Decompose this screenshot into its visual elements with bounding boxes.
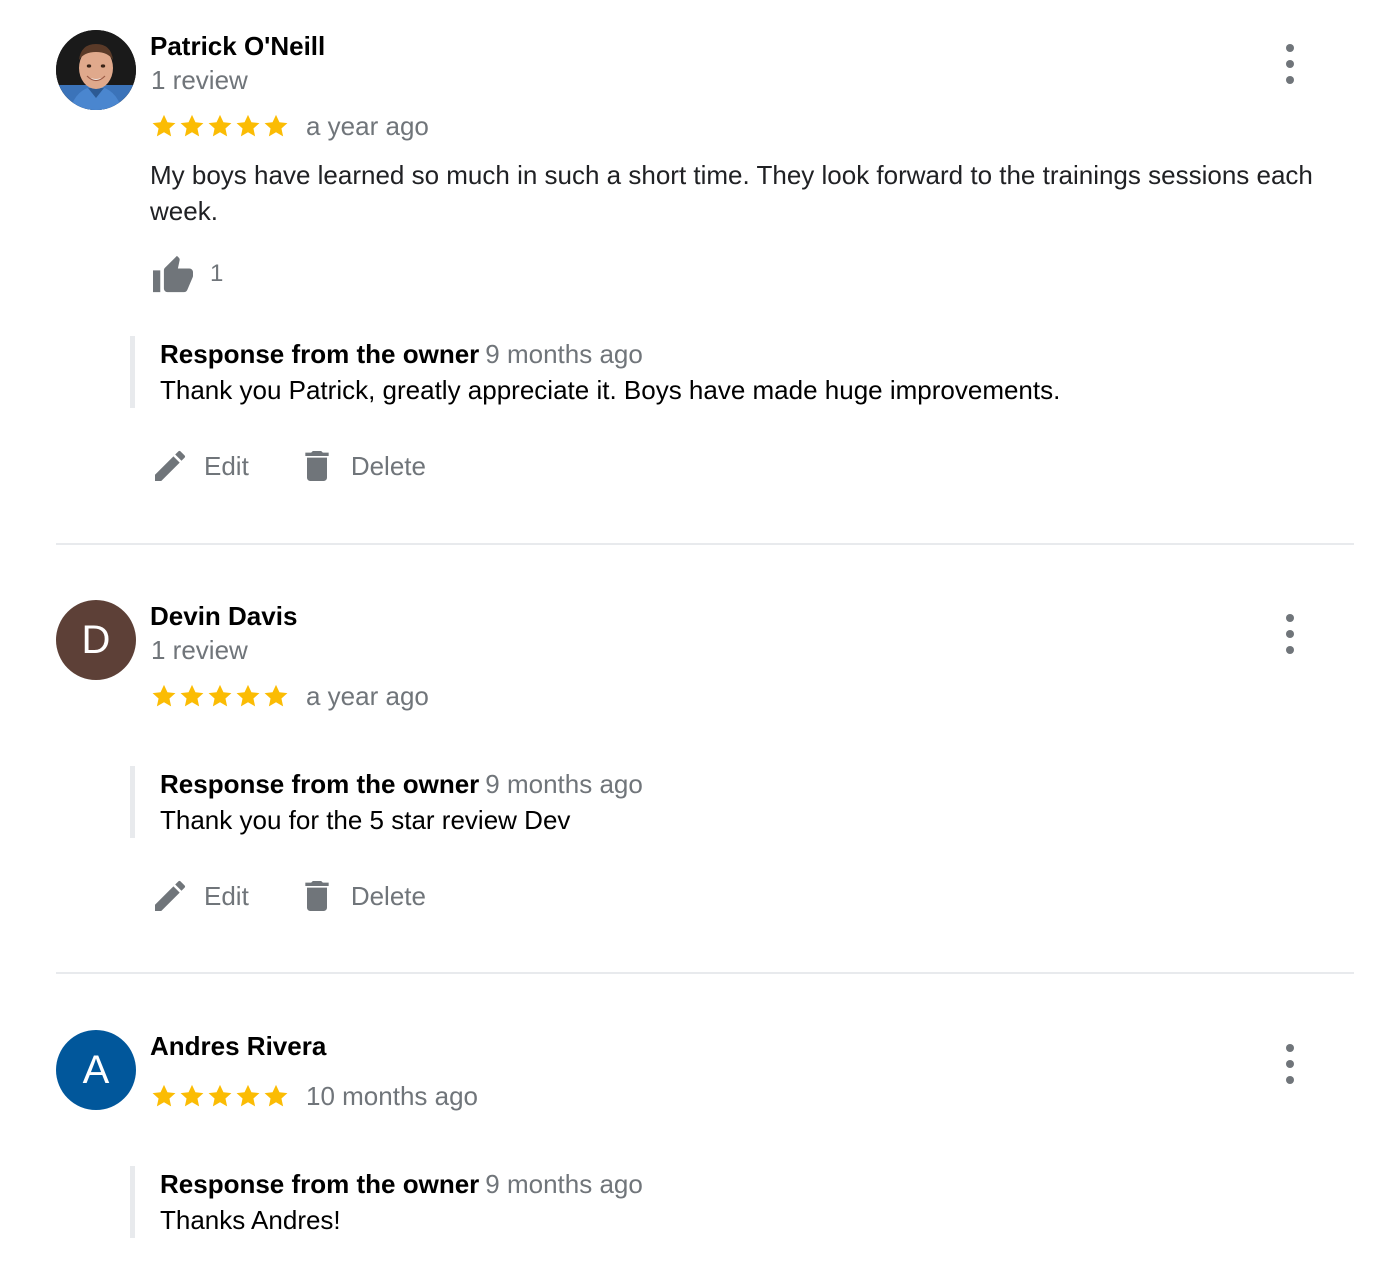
reviewer-avatar[interactable]: A [56, 1030, 136, 1110]
more-vertical-icon [1286, 614, 1294, 622]
owner-response: Response from the owner 9 months ago Than… [130, 766, 1230, 838]
owner-response-header: Response from the owner 9 months ago [160, 1166, 1230, 1202]
review-text: My boys have learned so much in such a s… [150, 160, 1313, 226]
reviewer-avatar[interactable] [56, 30, 136, 110]
star-icon [236, 114, 260, 137]
star-icon [208, 684, 232, 707]
edit-button[interactable]: Edit [150, 876, 249, 916]
star-icon [208, 114, 232, 137]
thumbs-up-icon[interactable] [150, 254, 196, 294]
star-rating [150, 682, 290, 710]
pencil-icon [155, 450, 186, 481]
star-icon [152, 1084, 176, 1107]
reviewer-name[interactable]: Devin Davis [150, 600, 297, 632]
review-time: a year ago [306, 111, 429, 141]
star-icon [180, 114, 204, 137]
reviewer-avatar[interactable]: D [56, 600, 136, 680]
owner-response-title: Response from the owner [160, 769, 480, 799]
owner-response-time: 9 months ago [485, 1169, 643, 1199]
review-time: 10 months ago [306, 1081, 479, 1111]
like-row: 1 [150, 252, 223, 296]
star-rating [150, 1082, 290, 1110]
more-options-button[interactable] [1276, 44, 1304, 84]
edit-button[interactable]: Edit [150, 446, 249, 486]
more-vertical-icon [1286, 44, 1294, 52]
like-count: 1 [210, 260, 224, 287]
avatar-letter: D [81, 617, 111, 662]
owner-response-text: Thanks Andres! [160, 1205, 341, 1235]
owner-response-time: 9 months ago [485, 339, 643, 369]
star-icon [264, 114, 288, 137]
star-icon [236, 1084, 260, 1107]
owner-response-title: Response from the owner [160, 339, 480, 369]
delete-label: Delete [350, 880, 426, 911]
star-icon [264, 1084, 288, 1107]
star-icon [264, 684, 288, 707]
reviewer-name[interactable]: Patrick O'Neill [150, 30, 325, 62]
person-photo-icon [56, 30, 136, 110]
rating-row: a year ago [150, 110, 429, 142]
trash-icon [305, 451, 329, 481]
more-options-button[interactable] [1276, 614, 1304, 654]
owner-response: Response from the owner 9 months ago Than… [130, 336, 1230, 408]
owner-response-header: Response from the owner 9 months ago [160, 766, 1230, 802]
review-divider [56, 972, 1354, 974]
more-vertical-icon [1286, 1044, 1294, 1052]
owner-response-text: Thank you for the 5 star review Dev [160, 805, 571, 835]
edit-label: Edit [204, 450, 249, 481]
delete-button[interactable]: Delete [297, 876, 426, 916]
rating-row: 10 months ago [150, 1080, 478, 1112]
reviewer-review-count[interactable]: 1 review [151, 64, 248, 96]
star-icon [236, 684, 260, 707]
owner-response-text: Thank you Patrick, greatly appreciate it… [160, 375, 1061, 405]
avatar-letter: A [82, 1047, 110, 1092]
more-options-button[interactable] [1276, 1044, 1304, 1084]
response-actions: Edit Delete [150, 442, 426, 490]
star-icon [208, 1084, 232, 1107]
reviewer-review-count[interactable]: 1 review [151, 634, 248, 666]
star-icon [180, 1084, 204, 1107]
owner-response: Response from the owner 9 months ago Than… [130, 1166, 1230, 1238]
edit-label: Edit [204, 880, 249, 911]
response-actions: Edit Delete [150, 872, 426, 920]
star-rating [150, 112, 290, 140]
reviews-page: Patrick O'Neill 1 review a year ago My b… [0, 0, 1374, 1262]
star-icon [152, 114, 176, 137]
star-icon [152, 684, 176, 707]
reviewer-name[interactable]: Andres Rivera [150, 1030, 326, 1062]
owner-response-time: 9 months ago [485, 769, 643, 799]
delete-button[interactable]: Delete [297, 446, 426, 486]
review-time: a year ago [306, 681, 429, 711]
pencil-icon [155, 880, 186, 911]
owner-response-title: Response from the owner [160, 1169, 480, 1199]
owner-response-header: Response from the owner 9 months ago [160, 336, 1230, 372]
rating-row: a year ago [150, 680, 429, 712]
delete-label: Delete [350, 450, 426, 481]
review-divider [56, 543, 1354, 545]
star-icon [180, 684, 204, 707]
trash-icon [305, 881, 329, 911]
